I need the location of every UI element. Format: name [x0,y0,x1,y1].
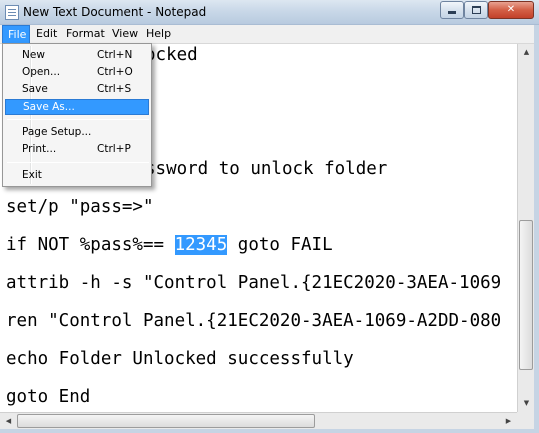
close-icon: ✕ [506,4,516,15]
menu-separator [7,119,149,120]
line-text: if NOT %pass%== [6,235,175,255]
menu-item-save[interactable]: Save Ctrl+S [5,82,149,98]
menu-item-label: New [22,49,45,61]
menu-item-label: Save As... [23,101,75,113]
scroll-right-icon[interactable]: ▶ [500,413,517,430]
close-button[interactable]: ✕ [488,1,534,19]
window-title: New Text Document - Notepad [23,5,207,19]
menu-item-label: Page Setup... [22,126,92,138]
menu-help[interactable]: Help [141,25,176,44]
menu-item-label: Save [22,83,48,95]
scroll-down-icon[interactable]: ▼ [518,395,535,412]
horizontal-scrollbar[interactable]: ◀ ▶ [0,412,517,430]
editor-line: if NOT %pass%== 12345 goto FAIL [6,235,333,255]
menu-item-label: Exit [22,169,42,181]
menu-item-save-as[interactable]: Save As... [5,99,149,115]
minimize-button[interactable] [440,1,464,19]
menu-item-shortcut: Ctrl+N [97,49,133,61]
menu-item-exit[interactable]: Exit [5,168,149,184]
menu-file[interactable]: File [2,25,30,44]
editor-line: attrib -h -s "Control Panel.{21EC2020-3A… [6,273,502,293]
menu-separator [7,162,149,163]
menu-bar: File Edit Format View Help [0,25,539,44]
maximize-button[interactable] [464,1,488,19]
menu-item-label: Print... [22,143,57,155]
scroll-left-icon[interactable]: ◀ [0,413,17,430]
menu-item-shortcut: Ctrl+S [97,83,132,95]
minimize-icon [448,11,456,14]
scroll-up-icon[interactable]: ▲ [518,44,535,61]
menu-item-new[interactable]: New Ctrl+N [5,48,149,64]
editor-line: ren "Control Panel.{21EC2020-3AEA-1069-A… [6,311,502,331]
selected-text: 12345 [174,235,228,255]
menu-item-open[interactable]: Open... Ctrl+O [5,65,149,81]
menu-edit[interactable]: Edit [31,25,62,44]
window-frame-right [534,25,539,433]
editor-line: echo Folder Unlocked successfully [6,349,354,369]
menu-item-page-setup[interactable]: Page Setup... [5,125,149,141]
size-grip[interactable] [517,412,534,429]
title-bar[interactable]: New Text Document - Notepad ✕ [0,0,539,25]
vertical-scrollbar[interactable]: ▲ ▼ [517,44,535,412]
maximize-icon [471,6,481,14]
menu-item-label: Open... [22,66,61,78]
vertical-scroll-thumb[interactable] [519,220,533,370]
menu-format[interactable]: Format [61,25,110,44]
horizontal-scroll-thumb[interactable] [17,414,315,428]
menu-item-print[interactable]: Print... Ctrl+P [5,142,149,158]
editor-line: goto End [6,387,91,407]
editor-line: set/p "pass=>" [6,197,154,217]
menu-item-shortcut: Ctrl+P [97,143,131,155]
line-text: goto FAIL [227,235,333,255]
editor-line: ssword to unlock folder [145,159,388,179]
file-menu-dropdown: New Ctrl+N Open... Ctrl+O Save Ctrl+S Sa… [2,43,152,187]
menu-item-shortcut: Ctrl+O [97,66,133,78]
editor-line: ocked [145,45,198,65]
notepad-icon [5,5,19,20]
window-frame-bottom [0,429,539,433]
menu-view[interactable]: View [107,25,143,44]
